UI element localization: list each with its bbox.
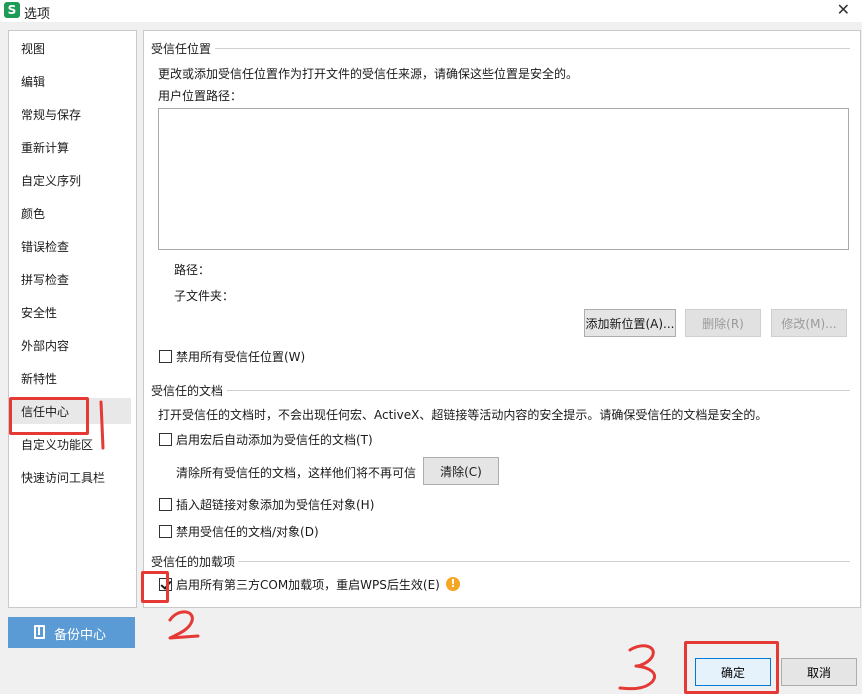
sidebar-item-custom-lists[interactable]: 自定义序列 — [21, 171, 81, 191]
cancel-button[interactable]: 取消 — [781, 658, 857, 686]
user-path-label: 用户位置路径： — [158, 89, 243, 103]
modify-location-button[interactable]: 修改(M)... — [771, 309, 847, 337]
app-icon: S — [4, 2, 20, 18]
disable-trusted-docs-label: 禁用受信任的文档/对象(D) — [176, 525, 319, 539]
hyperlink-trusted-checkbox[interactable] — [159, 498, 172, 511]
auto-add-trusted-label: 启用宏后自动添加为受信任的文档(T) — [176, 433, 373, 447]
close-icon[interactable]: ✕ — [837, 0, 850, 19]
trusted-locations-description: 更改或添加受信任位置作为打开文件的受信任来源，请确保这些位置是安全的。 — [158, 67, 579, 81]
section-divider — [215, 48, 850, 49]
clear-trusted-text: 清除所有受信任的文档，这样他们将不再可信 — [176, 466, 417, 480]
sidebar: 视图 编辑 常规与保存 重新计算 自定义序列 颜色 错误检查 拼写检查 安全性 … — [8, 30, 137, 608]
sidebar-item-error-check[interactable]: 错误检查 — [21, 237, 69, 257]
add-location-button[interactable]: 添加新位置(A)... — [584, 309, 676, 337]
sidebar-item-recalculate[interactable]: 重新计算 — [21, 138, 69, 158]
ok-button[interactable]: 确定 — [695, 658, 771, 686]
sidebar-item-external-content[interactable]: 外部内容 — [21, 336, 69, 356]
sidebar-item-edit[interactable]: 编辑 — [21, 72, 45, 92]
trusted-documents-title: 受信任的文档 — [151, 384, 224, 398]
sidebar-item-trust-center[interactable]: 信任中心 — [21, 402, 69, 422]
disable-trusted-docs-checkbox[interactable] — [159, 525, 172, 538]
section-divider — [227, 390, 850, 391]
subfolder-label: 子文件夹： — [174, 289, 235, 303]
trusted-locations-title: 受信任位置 — [151, 42, 212, 56]
disable-all-locations-checkbox[interactable] — [159, 350, 172, 363]
backup-center-button[interactable]: 备份中心 — [8, 617, 135, 648]
clear-trusted-button[interactable]: 清除(C) — [423, 457, 499, 485]
sidebar-item-general-save[interactable]: 常规与保存 — [21, 105, 81, 125]
sidebar-item-view[interactable]: 视图 — [21, 39, 45, 59]
sidebar-item-customize-ribbon[interactable]: 自定义功能区 — [21, 435, 93, 455]
sidebar-item-quick-access-toolbar[interactable]: 快速访问工具栏 — [21, 468, 105, 488]
path-label: 路径： — [174, 263, 211, 277]
title-bar: S 选项 ✕ — [0, 0, 862, 22]
sidebar-item-color[interactable]: 颜色 — [21, 204, 45, 224]
section-divider — [238, 561, 850, 562]
sidebar-item-security[interactable]: 安全性 — [21, 303, 57, 323]
hyperlink-trusted-label: 插入超链接对象添加为受信任对象(H) — [176, 498, 375, 512]
delete-location-button[interactable]: 删除(R) — [685, 309, 761, 337]
trusted-documents-description: 打开受信任的文档时，不会出现任何宏、ActiveX、超链接等活动内容的安全提示。… — [158, 408, 768, 422]
trusted-locations-list[interactable] — [158, 108, 849, 250]
sidebar-item-new-features[interactable]: 新特性 — [21, 369, 57, 389]
enable-com-addins-label: 启用所有第三方COM加载项，重启WPS后生效(E) — [176, 578, 440, 592]
trusted-addins-title: 受信任的加载项 — [151, 555, 236, 569]
sidebar-item-spell-check[interactable]: 拼写检查 — [21, 270, 69, 290]
backup-icon — [34, 625, 45, 639]
warning-icon: ! — [446, 577, 460, 591]
trust-center-panel: 受信任位置 更改或添加受信任位置作为打开文件的受信任来源，请确保这些位置是安全的… — [143, 30, 861, 608]
disable-all-locations-label: 禁用所有受信任位置(W) — [176, 350, 306, 364]
window-title: 选项 — [24, 7, 51, 22]
auto-add-trusted-checkbox[interactable] — [159, 433, 172, 446]
enable-com-addins-checkbox[interactable] — [159, 578, 172, 591]
backup-center-label: 备份中心 — [54, 627, 107, 642]
